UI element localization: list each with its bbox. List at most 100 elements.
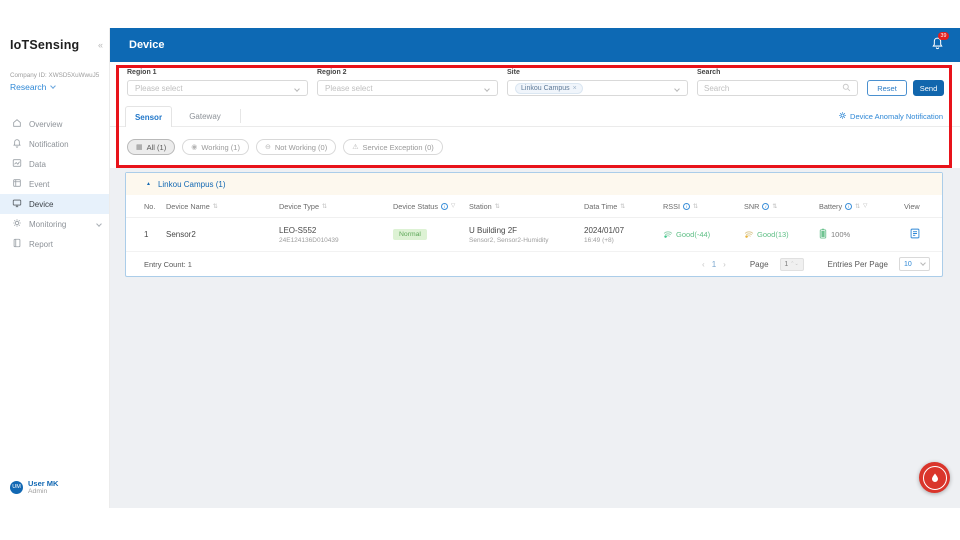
page-label: Page — [750, 260, 769, 269]
snr-value: Good(13) — [757, 230, 789, 239]
station-name: U Building 2F — [469, 226, 584, 235]
col-device-name: Device Name — [166, 202, 210, 211]
sort-icon[interactable]: ⇅ — [693, 203, 698, 210]
col-device-type: Device Type — [279, 202, 319, 211]
chip-label: Not Working (0) — [275, 143, 327, 152]
site-label: Site — [507, 69, 688, 76]
battery-value: 100% — [831, 230, 850, 239]
col-snr: SNR — [744, 202, 759, 211]
sidebar-item-device[interactable]: Device — [0, 194, 109, 214]
sidebar-item-label: Event — [29, 180, 49, 189]
sort-icon[interactable]: ⇅ — [620, 203, 625, 210]
dot-circle-icon: ◉ — [191, 143, 197, 151]
view-report-icon[interactable] — [910, 228, 920, 241]
chevron-down-icon — [484, 86, 490, 92]
col-rssi: RSSI — [663, 202, 680, 211]
tabs-bar: Sensor Gateway Device Anomaly Notificati… — [110, 105, 960, 127]
sidebar-item-notification[interactable]: Notification — [0, 134, 109, 154]
chip-service-exception[interactable]: ⚠ Service Exception (0) — [343, 139, 443, 155]
sidebar-item-overview[interactable]: Overview — [0, 114, 109, 134]
filter-row: Region 1 Please select Region 2 Please s… — [127, 69, 944, 96]
current-page[interactable]: 1 — [712, 260, 716, 269]
user-profile[interactable]: UM User MK Admin — [10, 479, 58, 496]
sidebar-item-label: Report — [29, 240, 53, 249]
cell-station: U Building 2F Sensor2, Sensor2-Humidity — [469, 226, 584, 244]
sidebar-item-monitoring[interactable]: Monitoring — [0, 214, 109, 234]
sidebar-item-data[interactable]: Data — [0, 154, 109, 174]
sort-icon[interactable]: ⇅ — [772, 203, 777, 210]
col-view: View — [904, 202, 920, 211]
page-title: Device — [129, 39, 164, 51]
sidebar-item-label: Overview — [29, 120, 62, 129]
page-input[interactable]: 1 ⌃⌄ — [780, 258, 804, 271]
entries-per-page-select[interactable]: 10 — [899, 257, 930, 271]
next-page-button[interactable]: › — [723, 260, 726, 269]
region1-select[interactable]: Please select — [127, 80, 308, 96]
collapse-triangle-icon: ▲ — [146, 181, 151, 187]
app-logo: IoTSensing — [10, 38, 79, 52]
sidebar: IoTSensing « Company ID: XWSD5XuWwuJ5 Re… — [0, 28, 110, 508]
sidebar-item-label: Device — [29, 200, 53, 209]
search-input[interactable] — [704, 84, 842, 93]
device-serial: 24E124136D010439 — [279, 237, 393, 244]
send-button[interactable]: Send — [913, 80, 944, 96]
tab-sensor[interactable]: Sensor — [125, 106, 172, 127]
col-station: Station — [469, 202, 492, 211]
cell-rssi: Good(-44) — [663, 229, 744, 240]
prev-page-button[interactable]: ‹ — [702, 260, 705, 269]
info-icon[interactable]: i — [845, 203, 852, 210]
screen: IoTSensing « Company ID: XWSD5XuWwuJ5 Re… — [0, 0, 960, 540]
site-tag: Linkou Campus × — [515, 83, 583, 94]
sort-icon[interactable]: ⇅ — [213, 203, 218, 210]
tab-divider — [240, 109, 241, 123]
table-group-header[interactable]: ▲ Linkou Campus (1) — [126, 173, 942, 195]
drop-icon — [931, 473, 939, 482]
reset-button[interactable]: Reset — [867, 80, 907, 96]
sidebar-item-event[interactable]: Event — [0, 174, 109, 194]
sort-icon[interactable]: ⇅ — [855, 203, 860, 210]
tab-gateway[interactable]: Gateway — [172, 106, 238, 127]
monitor-icon — [12, 198, 22, 210]
info-icon[interactable]: i — [441, 203, 448, 210]
col-data-time: Data Time — [584, 202, 617, 211]
close-icon[interactable]: × — [573, 85, 577, 92]
chip-not-working[interactable]: ⊖ Not Working (0) — [256, 139, 336, 155]
sidebar-item-label: Monitoring — [29, 220, 66, 229]
entries-value: 10 — [904, 261, 912, 268]
stepper-icon[interactable]: ⌃⌄ — [790, 261, 798, 267]
filter-funnel-icon[interactable]: ▽ — [863, 203, 867, 209]
cell-device-type: LEO-S552 24E124136D010439 — [279, 226, 393, 244]
status-badge: Normal — [393, 229, 427, 240]
notification-badge: 39 — [938, 32, 949, 40]
chip-label: All (1) — [147, 143, 167, 152]
device-anomaly-notification-link[interactable]: Device Anomaly Notification — [838, 111, 943, 122]
info-icon[interactable]: i — [762, 203, 769, 210]
avatar: UM — [10, 481, 23, 494]
info-icon[interactable]: i — [683, 203, 690, 210]
rssi-value: Good(-44) — [676, 230, 710, 239]
sidebar-item-report[interactable]: Report — [0, 234, 109, 254]
table-header-row: No. Device Name⇅ Device Type⇅ Device Sta… — [126, 195, 942, 218]
entry-count: Entry Count: 1 — [144, 260, 192, 269]
chip-label: Service Exception (0) — [363, 143, 434, 152]
org-switcher[interactable]: Research — [0, 82, 109, 92]
sidebar-item-label: Data — [29, 160, 46, 169]
search-label: Search — [697, 69, 858, 76]
device-table: ▲ Linkou Campus (1) No. Device Name⇅ Dev… — [125, 172, 943, 277]
cell-data-time: 2024/01/07 16:49 (+8) — [584, 226, 663, 244]
sidebar-collapse-icon[interactable]: « — [98, 40, 103, 50]
chip-all[interactable]: ▦ All (1) — [127, 139, 175, 155]
region2-select[interactable]: Please select — [317, 80, 498, 96]
page-value: 1 — [784, 261, 788, 268]
sort-icon[interactable]: ⇅ — [495, 203, 500, 210]
chip-working[interactable]: ◉ Working (1) — [182, 139, 249, 155]
filter-funnel-icon[interactable]: ▽ — [451, 203, 455, 209]
cell-snr: Good(13) — [744, 229, 819, 240]
floating-alert-button[interactable] — [919, 462, 950, 493]
cell-battery: 100% — [819, 228, 904, 241]
site-select[interactable]: Linkou Campus × — [507, 80, 688, 96]
sort-icon[interactable]: ⇅ — [322, 203, 327, 210]
cell-view — [904, 228, 936, 241]
grid-icon: ▦ — [136, 143, 143, 151]
notification-bell-button[interactable]: 39 — [931, 36, 944, 55]
